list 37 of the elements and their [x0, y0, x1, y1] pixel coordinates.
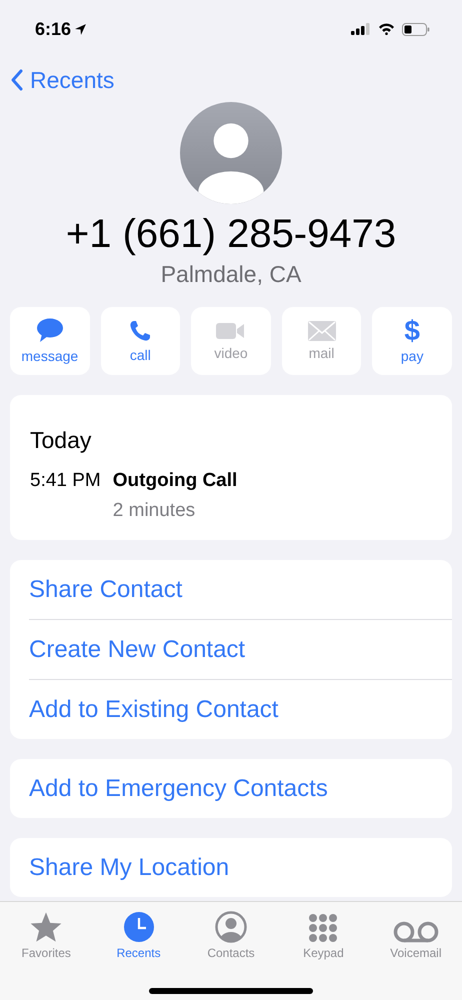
speech-bubble-icon — [36, 318, 64, 344]
call-type: Outgoing Call — [112, 470, 238, 492]
location-arrow-icon — [74, 22, 88, 36]
back-link[interactable]: Recents — [10, 66, 114, 94]
option-link[interactable]: Share My Location — [29, 838, 452, 897]
back-chevron-icon — [10, 68, 24, 92]
tab-item[interactable]: Recents — [92, 908, 185, 960]
wifi-icon — [378, 23, 395, 35]
avatar-icon — [180, 102, 282, 204]
option-link[interactable]: Add to Emergency Contacts — [29, 759, 452, 818]
battery-icon — [402, 22, 430, 36]
star-icon — [29, 911, 64, 943]
option-link[interactable]: Create New Contact — [29, 619, 452, 679]
keypad-icon — [308, 913, 338, 943]
option-link[interactable]: Add to Existing Contact — [29, 679, 452, 739]
call-duration: 2 minutes — [112, 500, 196, 522]
action-button[interactable]: message — [10, 307, 90, 375]
person-circle-icon — [215, 911, 248, 943]
tab-item[interactable]: Contacts — [184, 908, 278, 960]
clock-icon — [122, 911, 155, 943]
voicemail-icon — [392, 921, 439, 943]
option-link[interactable]: Share Contact — [29, 560, 452, 619]
location-text: Palmdale, CA — [160, 261, 302, 288]
video-camera-icon — [216, 321, 246, 341]
phone-icon — [128, 319, 152, 343]
tab-item[interactable]: Keypad — [277, 908, 370, 960]
status-time: 6:16 — [35, 18, 72, 40]
call-time: 5:41 PM — [30, 470, 101, 493]
envelope-icon — [308, 321, 336, 341]
history-day: Today — [30, 427, 432, 454]
signal-icon — [351, 23, 371, 35]
tab-item[interactable]: Voicemail — [370, 908, 462, 960]
dollar-icon: $ — [404, 318, 420, 344]
action-button[interactable]: $ pay — [372, 307, 452, 375]
phone-number: +1 (661) 285-9473 — [66, 212, 396, 257]
tab-item[interactable]: Favorites — [0, 908, 92, 960]
action-button[interactable]: call — [100, 307, 180, 375]
